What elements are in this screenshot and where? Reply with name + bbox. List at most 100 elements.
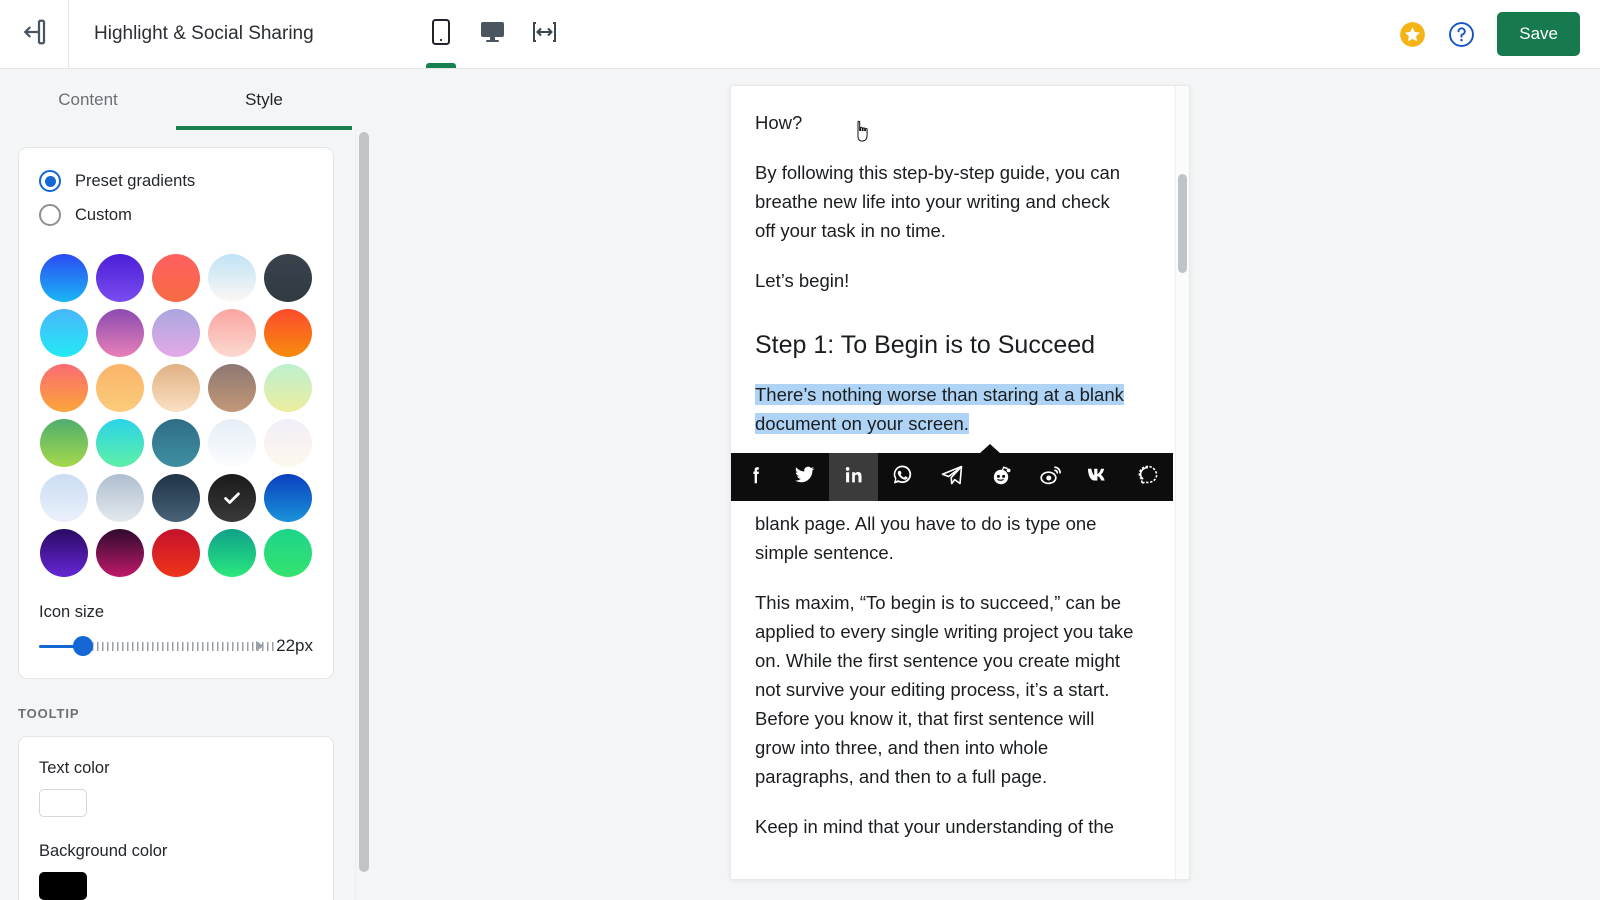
share-weibo-button[interactable] [1026, 453, 1075, 501]
article-paragraph-highlighted: There’s nothing worse than staring at a … [755, 380, 1135, 438]
gradient-swatch-blush-peach[interactable] [208, 309, 256, 357]
gradient-swatch-indigo-violet[interactable] [40, 529, 88, 577]
gradient-swatch-pink-orange[interactable] [40, 364, 88, 412]
gradient-swatch-plum-magenta[interactable] [96, 529, 144, 577]
save-button[interactable]: Save [1497, 12, 1580, 56]
share-vk-button[interactable] [1075, 453, 1124, 501]
device-preview-switcher [424, 0, 562, 68]
background-color-block: Background color [39, 842, 313, 900]
gradient-swatch-cyan-bright[interactable] [40, 309, 88, 357]
radio-label-custom: Custom [75, 206, 132, 225]
facebook-icon [745, 464, 767, 491]
device-mobile-button[interactable] [424, 0, 458, 68]
icon-size-label: Icon size [39, 603, 313, 622]
text-color-block: Text color [39, 759, 313, 817]
text-color-swatch[interactable] [39, 789, 87, 817]
share-linkedin-button[interactable] [829, 453, 878, 501]
header-actions: Save [1399, 12, 1600, 56]
radio-label-preset: Preset gradients [75, 172, 195, 191]
article-paragraph: This maxim, “To begin is to succeed,” ca… [755, 588, 1135, 791]
gradient-swatch-sand-cream[interactable] [152, 364, 200, 412]
gradient-swatch-pearl-lavender[interactable] [264, 419, 312, 467]
gradient-swatch-apricot[interactable] [96, 364, 144, 412]
gradient-swatch-lilac-orchid[interactable] [152, 309, 200, 357]
slider-thumb[interactable] [73, 636, 93, 656]
gradient-swatch-charcoal[interactable] [264, 254, 312, 302]
article-paragraph: Let’s begin! [755, 266, 1135, 295]
mobile-preview-frame: How? By following this step-by-step guide… [730, 85, 1190, 880]
icon-size-slider-row: 22px [39, 636, 313, 656]
article-heading: Step 1: To Begin is to Succeed [755, 329, 1135, 361]
gradient-swatch-grid [39, 254, 313, 577]
gradient-swatch-navy-slate[interactable] [152, 474, 200, 522]
article-paragraph: blank page. All you have to do is type o… [755, 509, 1135, 567]
sidebar-scrollbar-thumb[interactable] [359, 132, 369, 872]
radio-indicator-custom [39, 204, 61, 226]
background-color-label: Background color [39, 842, 313, 861]
highlighted-text[interactable]: There’s nothing worse than staring at a … [755, 384, 1124, 434]
gradient-swatch-powder-blue[interactable] [40, 474, 88, 522]
social-share-toolbar [731, 453, 1173, 501]
twitter-icon [793, 463, 816, 491]
radio-custom[interactable]: Custom [39, 204, 313, 226]
device-fullwidth-button[interactable] [528, 0, 562, 68]
linkedin-icon [843, 464, 865, 491]
article-paragraph: How? [755, 108, 1135, 137]
star-icon[interactable] [1399, 21, 1426, 48]
gradient-swatch-violet-indigo[interactable] [96, 254, 144, 302]
tab-content[interactable]: Content [0, 69, 176, 130]
article-paragraph: Keep in mind that your understanding of … [755, 812, 1135, 841]
background-color-swatch[interactable] [39, 872, 87, 900]
gradient-swatch-sky-white[interactable] [208, 254, 256, 302]
radio-preset-gradients[interactable]: Preset gradients [39, 170, 313, 192]
vk-icon [1086, 464, 1112, 491]
telegram-icon [940, 463, 964, 492]
preview-area: How? By following this step-by-step guide… [372, 69, 1600, 900]
gradient-swatch-blue-ocean[interactable] [264, 474, 312, 522]
speech-bubble-icon [1136, 463, 1160, 492]
share-signal-button[interactable] [1124, 453, 1173, 501]
preview-scrollbar-track[interactable] [1175, 86, 1189, 880]
toolbar-caret-icon [979, 444, 1001, 454]
share-whatsapp-button[interactable] [878, 453, 927, 501]
gradient-swatch-teal-deep[interactable] [152, 419, 200, 467]
icon-size-value: 22px [276, 636, 313, 656]
page-title: Highlight & Social Sharing [94, 23, 314, 45]
gradient-swatch-turquoise-mint[interactable] [96, 419, 144, 467]
desktop-icon [480, 20, 505, 49]
tooltip-section-heading: TOOLTIP [18, 706, 334, 721]
mobile-icon [431, 19, 451, 50]
share-facebook-button[interactable] [731, 453, 780, 501]
gradient-swatch-emerald-spring[interactable] [264, 529, 312, 577]
gradient-swatch-taupe-mocha[interactable] [208, 364, 256, 412]
gradient-swatch-steel-silver[interactable] [96, 474, 144, 522]
gradient-swatch-purple-pink[interactable] [96, 309, 144, 357]
gradient-swatch-green-leaf[interactable] [40, 419, 88, 467]
share-telegram-button[interactable] [927, 453, 976, 501]
whatsapp-icon [891, 463, 914, 491]
gradient-swatch-crimson-red[interactable] [152, 529, 200, 577]
gradient-swatch-black-selected[interactable] [208, 474, 256, 522]
device-desktop-button[interactable] [476, 0, 510, 68]
help-circle-icon[interactable] [1448, 21, 1475, 48]
gradient-swatch-red-coral[interactable] [152, 254, 200, 302]
share-reddit-button[interactable] [977, 453, 1026, 501]
gradient-swatch-orange-vivid[interactable] [264, 309, 312, 357]
check-icon [208, 474, 256, 522]
icon-size-slider[interactable] [39, 636, 264, 656]
gradient-swatch-blue-royal[interactable] [40, 254, 88, 302]
gradient-swatch-ice-pale[interactable] [208, 419, 256, 467]
text-color-label: Text color [39, 759, 313, 778]
resize-horizontal-icon [532, 21, 557, 48]
back-button[interactable] [0, 0, 69, 68]
tab-style[interactable]: Style [176, 69, 352, 130]
gradient-swatch-teal-emerald[interactable] [208, 529, 256, 577]
back-arrow-icon [19, 17, 49, 52]
preview-scrollbar-thumb[interactable] [1178, 174, 1187, 273]
gradient-card: Preset gradients Custom Icon size 22px [18, 147, 334, 679]
gradient-swatch-mint-lemon[interactable] [264, 364, 312, 412]
share-twitter-button[interactable] [780, 453, 829, 501]
article-paragraph: By following this step-by-step guide, yo… [755, 158, 1135, 245]
tooltip-card: Text color Background color [18, 736, 334, 900]
slider-end-arrow-icon [256, 641, 264, 651]
